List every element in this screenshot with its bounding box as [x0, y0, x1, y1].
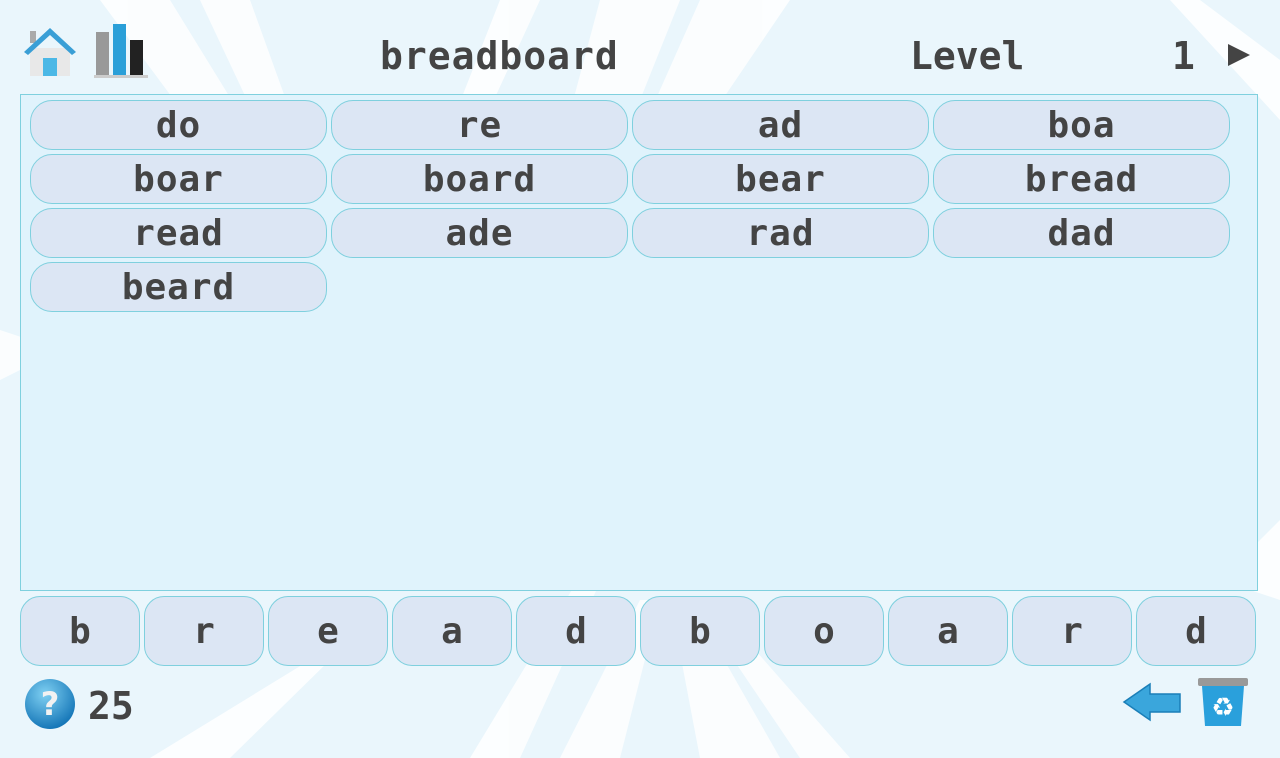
letter-tile[interactable]: b — [640, 596, 760, 666]
svg-text:♻: ♻ — [1211, 693, 1234, 723]
letter-tile[interactable]: o — [764, 596, 884, 666]
found-word: re — [331, 100, 628, 150]
svg-text:?: ? — [41, 685, 60, 723]
letter-tile[interactable]: d — [516, 596, 636, 666]
found-word: boar — [30, 154, 327, 204]
letter-tiles: b r e a d b o a r d — [20, 596, 1256, 666]
clear-button[interactable]: ♻ — [1196, 676, 1250, 728]
found-word: dad — [933, 208, 1230, 258]
found-words-panel: do re ad boa boar board bear bread read … — [20, 94, 1258, 591]
found-word: bread — [933, 154, 1230, 204]
puzzle-word-title: breadboard — [380, 34, 619, 78]
bottom-bar: ? 25 ♻ — [0, 672, 1280, 758]
backspace-button[interactable] — [1122, 682, 1182, 722]
found-words-grid: do re ad boa boar board bear bread read … — [30, 100, 1230, 312]
letter-tile[interactable]: r — [144, 596, 264, 666]
found-word: do — [30, 100, 327, 150]
found-word: boa — [933, 100, 1230, 150]
found-word: bear — [632, 154, 929, 204]
found-word: ade — [331, 208, 628, 258]
help-icon: ? — [25, 679, 75, 729]
letter-tile[interactable]: a — [888, 596, 1008, 666]
letter-tile[interactable]: a — [392, 596, 512, 666]
home-icon — [24, 28, 76, 76]
found-word: beard — [30, 262, 327, 312]
found-word: rad — [632, 208, 929, 258]
level-label: Level — [910, 34, 1025, 78]
letter-tile[interactable]: d — [1136, 596, 1256, 666]
letter-tile[interactable]: r — [1012, 596, 1132, 666]
stats-chart-icon — [94, 24, 148, 78]
hint-count: 25 — [88, 684, 134, 728]
next-arrow-icon[interactable] — [1228, 44, 1250, 66]
found-word: board — [331, 154, 628, 204]
found-word: ad — [632, 100, 929, 150]
back-arrow-icon — [1122, 682, 1181, 722]
hint-button[interactable]: ? — [24, 678, 76, 730]
found-word: read — [30, 208, 327, 258]
stats-button[interactable] — [94, 22, 148, 78]
home-button[interactable] — [22, 26, 78, 78]
letter-tile[interactable]: b — [20, 596, 140, 666]
top-bar: breadboard Level 1 — [0, 0, 1280, 92]
recycle-bin-icon: ♻ — [1198, 678, 1248, 726]
level-number: 1 — [1172, 34, 1195, 78]
letter-tile[interactable]: e — [268, 596, 388, 666]
